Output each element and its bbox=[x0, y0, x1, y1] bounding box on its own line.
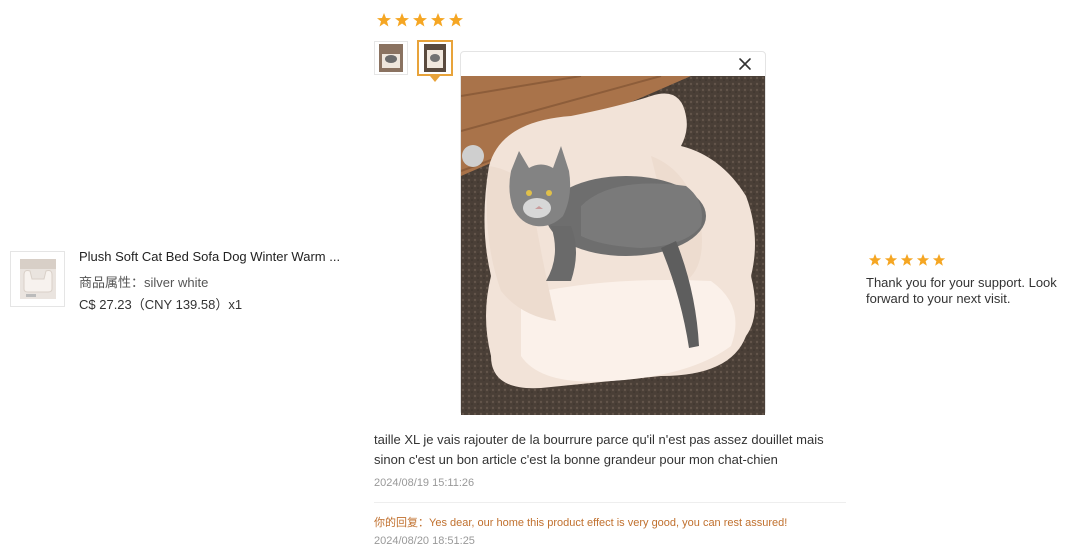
product-attribute: 商品属性：silver white bbox=[79, 275, 209, 290]
review-photo-large bbox=[461, 76, 765, 415]
product-image bbox=[19, 259, 56, 299]
star-icon bbox=[449, 13, 463, 27]
reply-text: Yes dear, our home this product effect i… bbox=[429, 517, 788, 529]
review-photo-thumb-2[interactable] bbox=[417, 40, 453, 76]
star-icon bbox=[377, 13, 391, 27]
star-icon bbox=[916, 253, 930, 266]
product-price: C$ 27.23（CNY 139.58）x1 bbox=[79, 297, 243, 312]
product-title[interactable]: Plush Soft Cat Bed Sofa Dog Winter Warm … bbox=[79, 249, 340, 264]
star-icon bbox=[431, 13, 445, 27]
seller-reply: 你的回复：Yes dear, our home this product eff… bbox=[374, 514, 787, 530]
star-icon bbox=[900, 253, 914, 266]
review-rating bbox=[376, 12, 464, 28]
seller-note: Thank you for your support. Look forward… bbox=[866, 275, 1057, 306]
review-photo-thumb-1[interactable] bbox=[374, 41, 408, 75]
star-icon bbox=[413, 13, 427, 27]
star-icon bbox=[395, 13, 409, 27]
reply-label: 你的回复： bbox=[374, 517, 429, 529]
seller-rating bbox=[868, 253, 946, 267]
review-text: taille XL je vais rajouter de la bourrur… bbox=[374, 432, 824, 467]
reply-divider bbox=[374, 502, 846, 503]
review-photo-2-image bbox=[424, 44, 446, 72]
star-icon bbox=[932, 253, 946, 266]
product-thumbnail[interactable] bbox=[10, 251, 65, 307]
photo-viewer bbox=[460, 51, 766, 415]
close-icon[interactable] bbox=[737, 56, 753, 72]
review-date: 2024/08/19 15:11:26 bbox=[374, 477, 475, 489]
review-photo-1-image bbox=[379, 44, 403, 72]
reply-date: 2024/08/20 18:51:25 bbox=[374, 535, 475, 547]
star-icon bbox=[868, 253, 882, 266]
active-thumb-indicator bbox=[430, 76, 440, 82]
star-icon bbox=[884, 253, 898, 266]
